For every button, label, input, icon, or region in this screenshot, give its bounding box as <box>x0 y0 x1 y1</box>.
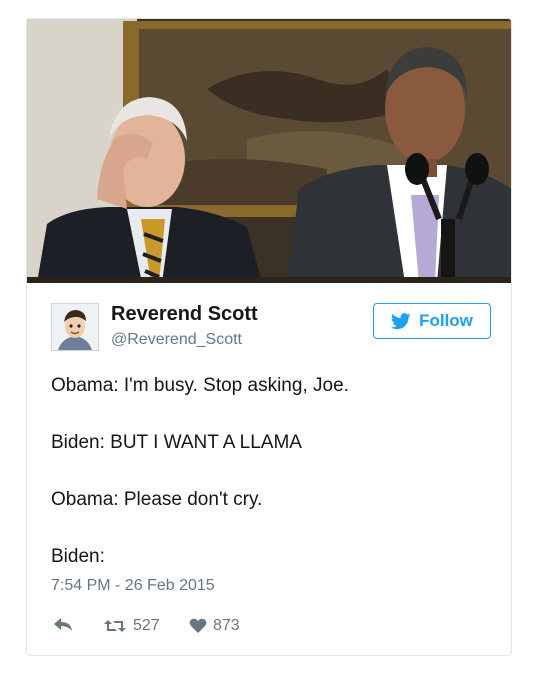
follow-label: Follow <box>419 311 473 330</box>
follow-button[interactable]: Follow <box>373 303 491 339</box>
tweet-text-line-3: Obama: Please don't cry. <box>51 489 263 510</box>
retweet-count: 527 <box>133 617 160 634</box>
tweet-photo[interactable] <box>27 19 511 283</box>
like-button[interactable]: 873 <box>189 617 240 635</box>
user-handle[interactable]: @Reverend_Scott <box>111 331 242 349</box>
reply-button[interactable] <box>53 617 73 633</box>
display-name[interactable]: Reverend Scott <box>111 303 258 326</box>
retweet-icon <box>104 620 126 632</box>
retweet-button[interactable]: 527 <box>103 617 160 635</box>
avatar-cartoon-icon <box>52 304 98 350</box>
avatar[interactable] <box>51 303 99 351</box>
reply-arrow-icon <box>54 618 72 631</box>
like-count: 873 <box>213 617 240 634</box>
tweet-text-line-2: Biden: BUT I WANT A LLAMA <box>51 432 302 453</box>
tweet-header: Reverend Scott @Reverend_Scott Follow <box>51 301 491 353</box>
twitter-bird-icon <box>391 312 411 329</box>
tweet-actions: 527 873 <box>51 617 351 641</box>
tweet-text-line-1: Obama: I'm busy. Stop asking, Joe. <box>51 375 349 396</box>
heart-icon <box>189 618 207 633</box>
photo-illustration <box>27 19 511 283</box>
tweet-card: Reverend Scott @Reverend_Scott Follow Ob… <box>26 18 512 656</box>
tweet-timestamp[interactable]: 7:54 PM - 26 Feb 2015 <box>51 577 215 595</box>
tweet-text-line-4: Biden: <box>51 546 105 567</box>
